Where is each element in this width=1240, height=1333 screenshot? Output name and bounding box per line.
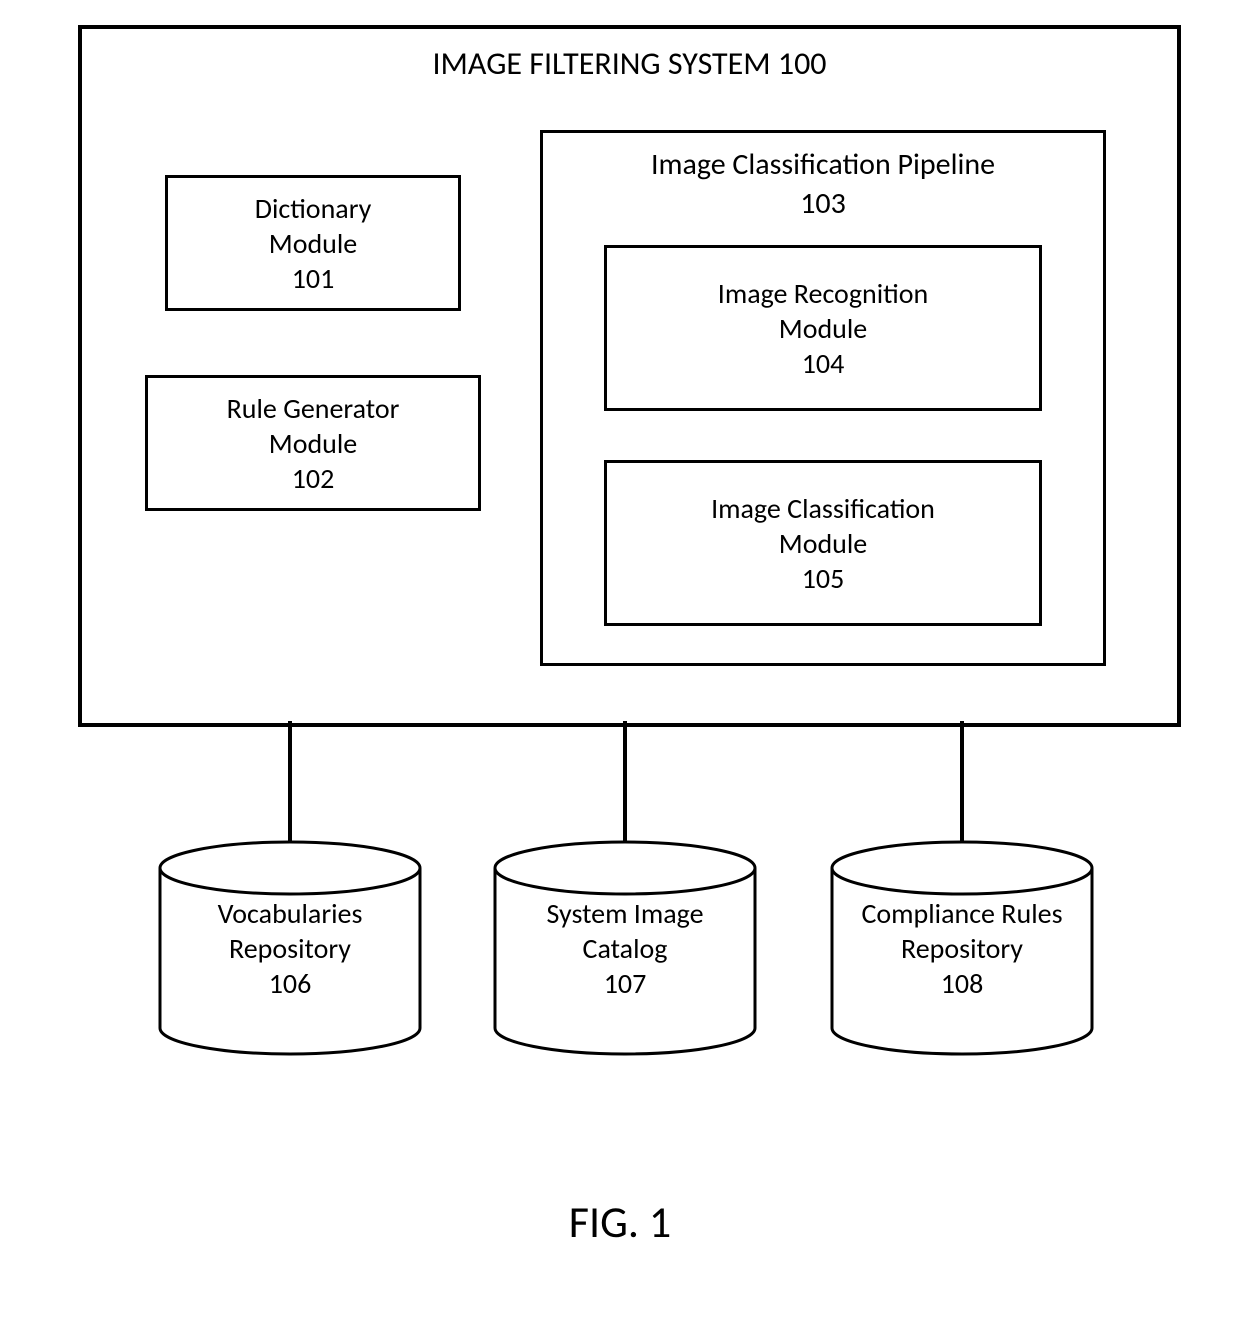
pipeline-title: Image Classification Pipeline 103	[543, 145, 1103, 223]
vocab-name: Vocabularies	[218, 896, 363, 931]
dictionary-label: Module	[269, 226, 357, 261]
diagram-canvas: IMAGE FILTERING SYSTEM 100 Dictionary Mo…	[0, 0, 1240, 1333]
figure-label: FIG. 1	[0, 1195, 1240, 1249]
dictionary-name: Dictionary	[255, 191, 372, 226]
recognition-name: Image Recognition	[718, 276, 928, 311]
rules-label: Compliance Rules Repository 108	[822, 896, 1102, 1001]
recognition-module: Image Recognition Module 104	[604, 245, 1042, 411]
classification-label: Module	[779, 526, 867, 561]
catalog-repository: System Image Catalog 107	[485, 838, 765, 1058]
rule-name: Rule Generator	[227, 391, 400, 426]
dictionary-module: Dictionary Module 101	[165, 175, 461, 311]
rules-repository: Compliance Rules Repository 108	[822, 838, 1102, 1058]
pipeline-id: 103	[800, 185, 846, 222]
classification-name: Image Classification	[711, 491, 935, 526]
classification-module: Image Classification Module 105	[604, 460, 1042, 626]
pipeline-name: Image Classification Pipeline	[651, 146, 995, 183]
catalog-name: System Image	[547, 896, 704, 931]
catalog-label: System Image Catalog 107	[485, 896, 765, 1001]
catalog-id: 107	[604, 966, 647, 1001]
vocab-id: 106	[269, 966, 312, 1001]
vocab-repository: Vocabularies Repository 106	[150, 838, 430, 1058]
rules-name: Compliance Rules	[861, 896, 1062, 931]
rule-generator-module: Rule Generator Module 102	[145, 375, 481, 511]
catalog-type: Catalog	[583, 931, 668, 966]
rule-id: 102	[292, 461, 335, 496]
connector-vocab	[288, 721, 292, 841]
recognition-id: 104	[802, 346, 845, 381]
vocab-label: Vocabularies Repository 106	[150, 896, 430, 1001]
recognition-label: Module	[779, 311, 867, 346]
connector-rules	[960, 721, 964, 841]
rules-id: 108	[941, 966, 984, 1001]
dictionary-id: 101	[292, 261, 335, 296]
classification-id: 105	[802, 561, 845, 596]
vocab-type: Repository	[229, 931, 351, 966]
rule-label: Module	[269, 426, 357, 461]
connector-catalog	[623, 721, 627, 841]
system-title: IMAGE FILTERING SYSTEM 100	[82, 44, 1177, 84]
rules-type: Repository	[901, 931, 1023, 966]
